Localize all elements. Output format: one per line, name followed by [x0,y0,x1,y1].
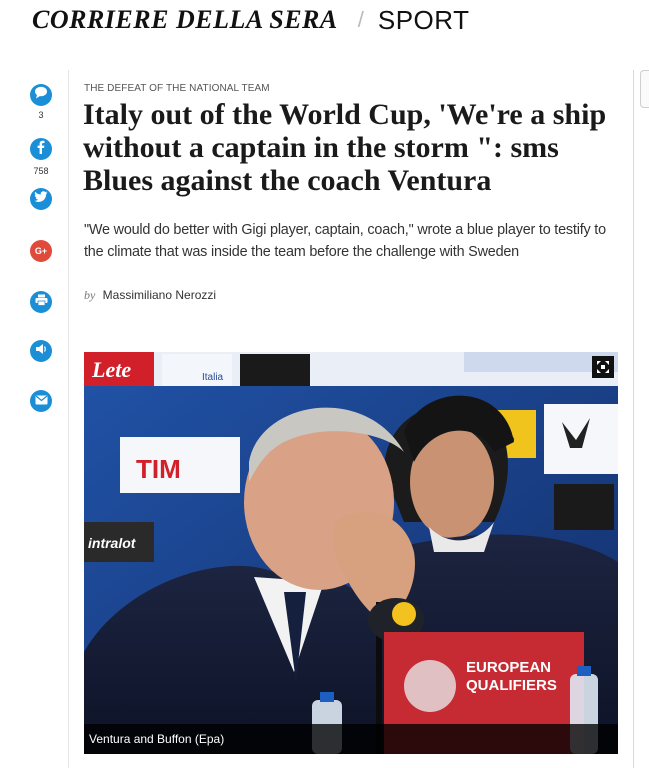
listen-button[interactable] [30,340,52,362]
print-icon [35,293,48,311]
section-title[interactable]: SPORT [378,5,470,36]
photo-illustration: Lete Italia TIM italiano intralot E [84,352,618,754]
expand-icon [596,360,610,374]
sponsor-tim: TIM [136,454,181,484]
side-tab[interactable] [640,70,649,108]
sponsor-italia: Italia [202,372,224,383]
column-divider [68,70,69,768]
google-plus-share-button[interactable]: G+ [30,240,52,262]
masthead: CORRIERE DELLA SERA / SPORT [32,0,469,40]
facebook-share-button[interactable] [30,138,52,160]
comment-count: 3 [38,110,44,120]
article-summary: "We would do better with Gigi player, ca… [84,222,606,260]
article-photo[interactable]: Lete Italia TIM italiano intralot E [84,352,618,754]
author-name[interactable]: Massimiliano Nerozzi [103,288,216,302]
twitter-icon [34,190,48,208]
byline: by Massimiliano Nerozzi [84,288,216,303]
comment-icon [34,86,48,104]
facebook-count: 758 [33,166,49,176]
site-logo[interactable]: CORRIERE DELLA SERA [32,5,338,35]
byline-prefix: by [84,288,96,302]
facebook-icon [35,140,47,159]
comment-button[interactable] [30,84,52,106]
article-headline: Italy out of the World Cup, 'We're a shi… [83,98,607,197]
twitter-share-button[interactable] [30,188,52,210]
sponsor-lete: Lete [91,357,131,382]
page-edge [633,70,634,768]
sign-qualifiers: QUALIFIERS [466,677,557,694]
photo-caption: Ventura and Buffon (Epa) [84,724,618,754]
print-button[interactable] [30,291,52,313]
article-kicker[interactable]: THE DEFEAT OF THE NATIONAL TEAM [84,83,270,94]
sponsor-intralot: intralot [88,535,137,551]
email-share-button[interactable] [30,390,52,412]
sign-european: EUROPEAN [466,659,551,676]
mail-icon [35,392,48,410]
speaker-icon [35,342,48,360]
expand-photo-button[interactable] [592,356,614,378]
header-separator: / [357,7,364,32]
google-plus-icon: G+ [34,246,48,256]
